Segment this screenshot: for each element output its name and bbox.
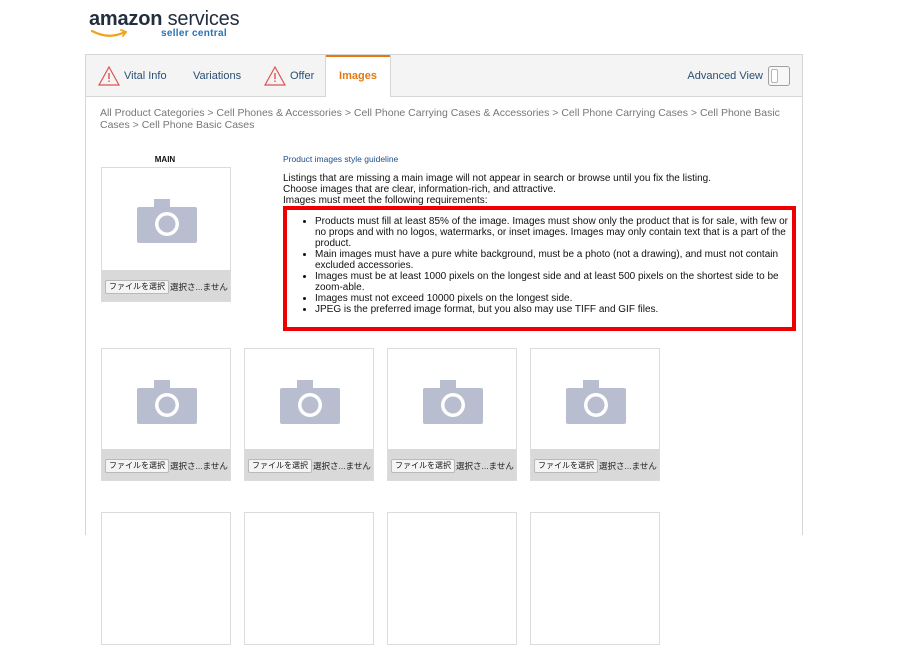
camera-icon bbox=[423, 380, 483, 424]
file-input-bar: ファイルを選択 選択さ...ません bbox=[388, 449, 516, 480]
image-slot[interactable] bbox=[244, 512, 374, 645]
advanced-view-toggle[interactable] bbox=[768, 66, 790, 86]
intro-line: Choose images that are clear, informatio… bbox=[283, 184, 556, 195]
tab-offer[interactable]: Offer bbox=[264, 55, 314, 96]
file-input-bar: ファイルを選択 選択さ...ません bbox=[102, 270, 230, 301]
tab-variations[interactable]: Variations bbox=[193, 55, 241, 96]
warning-icon bbox=[264, 65, 286, 86]
choose-file-button[interactable]: ファイルを選択 bbox=[105, 459, 169, 473]
requirement-item: Main images must have a pure white backg… bbox=[315, 249, 792, 271]
image-slot[interactable] bbox=[387, 512, 517, 645]
image-slot[interactable]: ファイルを選択 選択さ...ません bbox=[244, 348, 374, 481]
advanced-view-label: Advanced View bbox=[687, 70, 763, 82]
no-file-selected-label: 選択さ...ません bbox=[456, 461, 514, 471]
warning-icon bbox=[98, 65, 120, 86]
no-file-selected-label: 選択さ...ません bbox=[170, 461, 228, 471]
image-intro-text: Listings that are missing a main image w… bbox=[283, 173, 763, 206]
intro-line: Images must meet the following requireme… bbox=[283, 195, 488, 206]
tab-vital-info[interactable]: Vital Info bbox=[98, 55, 167, 96]
requirements-list: Products must fill at least 85% of the i… bbox=[287, 210, 792, 315]
tab-label: Images bbox=[339, 70, 377, 82]
breadcrumb: All Product Categories > Cell Phones & A… bbox=[100, 107, 780, 131]
style-guideline-link[interactable]: Product images style guideline bbox=[283, 154, 398, 164]
no-file-selected-label: 選択さ...ません bbox=[599, 461, 657, 471]
choose-file-button[interactable]: ファイルを選択 bbox=[391, 459, 455, 473]
logo-subtitle: seller central bbox=[161, 28, 227, 39]
requirement-item: JPEG is the preferred image format, but … bbox=[315, 304, 792, 315]
image-slot[interactable] bbox=[530, 512, 660, 645]
tab-label: Variations bbox=[193, 69, 242, 82]
camera-icon bbox=[137, 380, 197, 424]
logo-brand: amazon services bbox=[89, 8, 240, 30]
camera-icon bbox=[566, 380, 626, 424]
tab-bar: Vital Info Variations Offer Images Advan… bbox=[86, 55, 802, 97]
intro-line: Listings that are missing a main image w… bbox=[283, 173, 711, 184]
smile-arrow-icon bbox=[91, 29, 128, 37]
image-slot[interactable] bbox=[101, 512, 231, 645]
amazon-services-logo[interactable]: amazon services seller central bbox=[89, 8, 249, 42]
no-file-selected-label: 選択さ...ません bbox=[170, 282, 228, 292]
requirements-highlight-box: Products must fill at least 85% of the i… bbox=[283, 206, 796, 331]
file-input-bar: ファイルを選択 選択さ...ません bbox=[245, 449, 373, 480]
requirement-item: Images must not exceed 10000 pixels on t… bbox=[315, 293, 792, 304]
choose-file-button[interactable]: ファイルを選択 bbox=[248, 459, 312, 473]
no-file-selected-label: 選択さ...ません bbox=[313, 461, 371, 471]
image-slot[interactable]: ファイルを選択 選択さ...ません bbox=[101, 348, 231, 481]
image-slot-main[interactable]: ファイルを選択 選択さ...ません bbox=[101, 167, 231, 302]
tab-label: Offer bbox=[290, 69, 315, 82]
advanced-view-control[interactable]: Advanced View bbox=[687, 66, 790, 86]
tab-label: Vital Info bbox=[124, 69, 167, 82]
camera-icon bbox=[137, 199, 197, 243]
camera-icon bbox=[280, 380, 340, 424]
main-slot-label: MAIN bbox=[154, 155, 176, 164]
choose-file-button[interactable]: ファイルを選択 bbox=[534, 459, 598, 473]
choose-file-button[interactable]: ファイルを選択 bbox=[105, 280, 169, 294]
file-input-bar: ファイルを選択 選択さ...ません bbox=[102, 449, 230, 480]
image-slot[interactable]: ファイルを選択 選択さ...ません bbox=[387, 348, 517, 481]
requirement-item: Products must fill at least 85% of the i… bbox=[315, 216, 792, 249]
tab-images[interactable]: Images bbox=[325, 55, 391, 97]
image-slot[interactable]: ファイルを選択 選択さ...ません bbox=[530, 348, 660, 481]
file-input-bar: ファイルを選択 選択さ...ません bbox=[531, 449, 659, 480]
requirement-item: Images must be at least 1000 pixels on t… bbox=[315, 271, 792, 293]
product-editor-panel: Vital Info Variations Offer Images Advan… bbox=[85, 54, 803, 645]
